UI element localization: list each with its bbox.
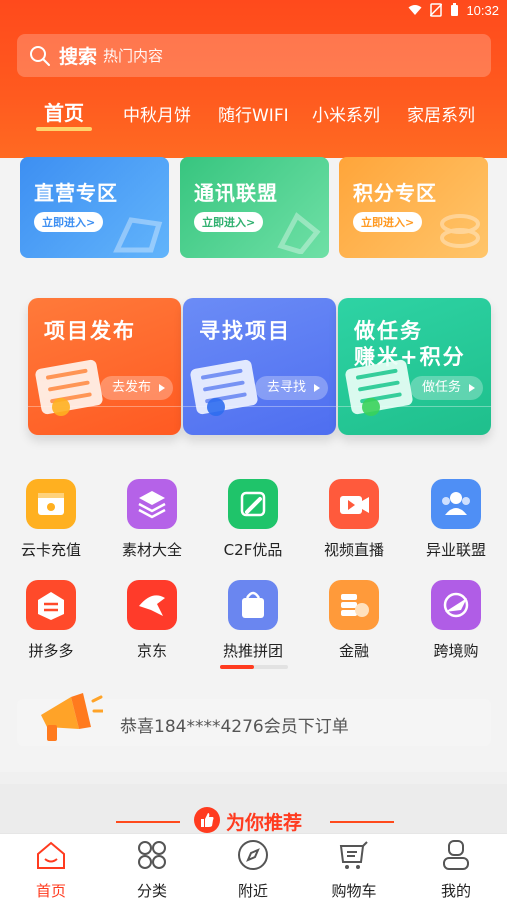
grid-label: 热推拼团 (222, 642, 283, 660)
recommend-title: 为你推荐 (226, 812, 303, 834)
grid-label: 视频直播 (323, 541, 384, 559)
cart-icon (339, 841, 368, 869)
nav-label: 分类 (136, 882, 167, 900)
no-sim-icon (430, 3, 442, 17)
zone-title: 通讯联盟 (194, 181, 278, 205)
compass-icon (238, 840, 268, 870)
home-icon (37, 841, 65, 869)
notice-bar[interactable]: 恭喜184****4276会员下订单 (17, 693, 491, 746)
search-label: 搜索 (59, 46, 98, 68)
grid-item-cross-border[interactable]: 跨境购 (406, 580, 506, 661)
grid-label: 拼多多 (28, 642, 74, 660)
dot-icon (52, 398, 70, 416)
plane-icon (431, 580, 481, 630)
nav-label: 购物车 (331, 882, 377, 900)
status-time: 10:32 (466, 3, 499, 18)
publish-button[interactable]: 去发布 (99, 376, 173, 400)
nav-label: 首页 (35, 882, 66, 900)
tab-home[interactable]: 首页 (44, 97, 84, 126)
tab-active-indicator (36, 127, 92, 131)
zone-decor-icon (113, 217, 163, 253)
card-icon (26, 479, 76, 529)
grid-label: 京东 (136, 642, 167, 660)
grid-item-c2f[interactable]: C2F优品 (203, 479, 303, 560)
grid-item-pinduoduo[interactable]: 拼多多 (1, 580, 101, 661)
decor-line-left (116, 821, 180, 823)
grid-item-group-buy[interactable]: 热推拼团 (203, 580, 303, 661)
card-do-task[interactable]: 做任务 赚米+积分 做任务 (338, 298, 491, 435)
status-icons (408, 3, 459, 17)
find-button[interactable]: 去寻找 (254, 376, 328, 400)
nav-label: 附近 (237, 882, 268, 900)
search-placeholder: 热门内容 (103, 47, 164, 65)
enter-button[interactable]: 立即进入> (194, 212, 264, 232)
nav-category[interactable]: 分类 (102, 834, 202, 901)
enter-button[interactable]: 立即进入> (34, 212, 104, 232)
enter-button[interactable]: 立即进入> (353, 212, 423, 232)
pinduoduo-icon (26, 580, 76, 630)
recommend-header: 为你推荐 (0, 784, 507, 839)
notice-text: 恭喜184****4276会员下订单 (120, 717, 349, 737)
card-title: 寻找项目 (199, 319, 291, 343)
profile-icon (443, 840, 469, 870)
video-icon (329, 479, 379, 529)
app-home-screen: 10:32 搜索 热门内容 首页 中秋月饼 随行WIFI 小米系列 家居系列 直… (0, 0, 507, 901)
pencil-icon (228, 479, 278, 529)
category-icon (138, 841, 166, 869)
tab-mooncake[interactable]: 中秋月饼 (123, 101, 191, 126)
finance-icon (329, 580, 379, 630)
tab-xiaomi[interactable]: 小米系列 (312, 101, 380, 126)
grid-scroll-indicator (220, 665, 288, 669)
zone-card-telecom[interactable]: 通讯联盟 立即进入> (180, 157, 329, 258)
thumbs-up-icon (194, 807, 220, 833)
wifi-icon (408, 5, 422, 15)
battery-icon (451, 3, 458, 16)
search-icon (30, 45, 50, 66)
coins-icon (440, 214, 480, 248)
task-button[interactable]: 做任务 (409, 376, 483, 400)
zone-title: 直营专区 (34, 181, 118, 205)
status-bar: 10:32 (0, 0, 507, 22)
tab-home-goods[interactable]: 家居系列 (407, 101, 475, 126)
card-title: 项目发布 (44, 319, 136, 343)
dot-icon (207, 398, 225, 416)
grid-label: 异业联盟 (425, 541, 486, 559)
card-find-project[interactable]: 寻找项目 去寻找 (183, 298, 336, 435)
tab-wifi[interactable]: 随行WIFI (218, 101, 289, 126)
zone-decor-icon (277, 212, 321, 254)
zone-title: 积分专区 (353, 181, 437, 205)
grid-item-materials[interactable]: 素材大全 (102, 479, 202, 560)
search-bar[interactable]: 搜索 热门内容 (17, 34, 491, 77)
header: 10:32 搜索 热门内容 首页 中秋月饼 随行WIFI 小米系列 家居系列 (0, 0, 507, 158)
grid-item-cloud-card[interactable]: 云卡充值 (1, 479, 101, 560)
people-icon (431, 479, 481, 529)
zone-card-direct[interactable]: 直营专区 立即进入> (20, 157, 169, 258)
bottom-nav: 首页 分类 附近 购物车 我的 (0, 833, 507, 901)
grid-label: 跨境购 (433, 642, 479, 660)
grid-label: 素材大全 (121, 541, 182, 559)
grid-item-live-video[interactable]: 视频直播 (304, 479, 404, 560)
card-title: 做任务 赚米+积分 (354, 319, 466, 369)
section-divider (0, 772, 507, 784)
grid-item-finance[interactable]: 金融 (304, 580, 404, 661)
layers-icon (127, 479, 177, 529)
grid-item-alliance[interactable]: 异业联盟 (406, 479, 506, 560)
bag-icon (228, 580, 278, 630)
dot-icon (362, 398, 380, 416)
grid-label: 金融 (338, 642, 369, 660)
nav-nearby[interactable]: 附近 (203, 834, 303, 901)
jd-icon (127, 580, 177, 630)
nav-cart[interactable]: 购物车 (304, 834, 404, 901)
nav-label: 我的 (440, 882, 471, 900)
nav-home[interactable]: 首页 (1, 834, 101, 901)
card-publish-project[interactable]: 项目发布 去发布 (28, 298, 181, 435)
grid-label: C2F优品 (223, 541, 283, 559)
grid-item-jd[interactable]: 京东 (102, 580, 202, 661)
zone-card-points[interactable]: 积分专区 立即进入> (339, 157, 488, 258)
grid-label: 云卡充值 (20, 541, 81, 559)
category-tabs: 首页 中秋月饼 随行WIFI 小米系列 家居系列 (0, 95, 507, 135)
nav-profile[interactable]: 我的 (406, 834, 506, 901)
decor-line-right (330, 821, 394, 823)
megaphone-icon (41, 693, 103, 741)
